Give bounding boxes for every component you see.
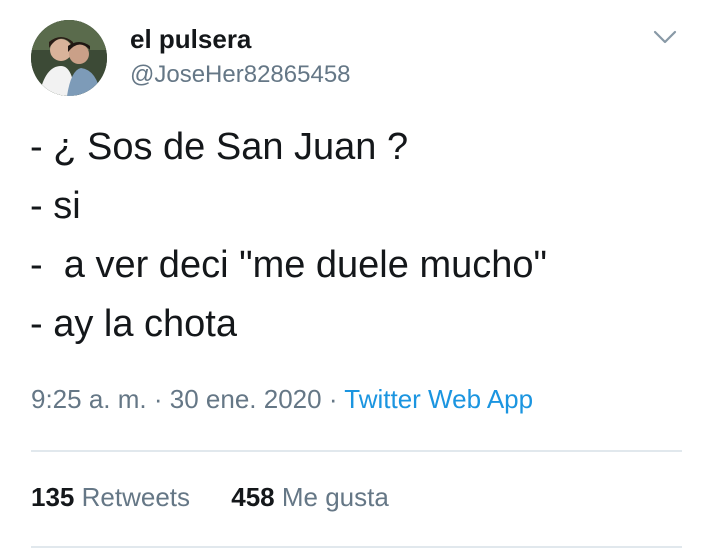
divider: [31, 546, 682, 548]
tweet-stats: 135 Retweets 458 Me gusta: [31, 481, 423, 513]
separator: ·: [328, 384, 338, 414]
separator: ·: [153, 384, 163, 414]
retweets-stat[interactable]: 135 Retweets: [31, 481, 190, 513]
tweet-date[interactable]: 30 ene. 2020: [170, 384, 322, 414]
avatar-photo: [31, 20, 107, 96]
tweet-metadata: 9:25 a. m. · 30 ene. 2020 · Twitter Web …: [31, 383, 533, 415]
tweet-line: - a ver deci "me duele mucho": [30, 244, 547, 286]
tweet-card: el pulsera @JoseHer82865458 - ¿ Sos de S…: [0, 0, 712, 553]
tweet-text: - ¿ Sos de San Juan ? - si - a ver deci …: [30, 118, 547, 354]
tweet-line: - ay la chota: [30, 303, 237, 345]
user-handle[interactable]: @JoseHer82865458: [130, 60, 351, 90]
tweet-line: - ¿ Sos de San Juan ?: [30, 126, 409, 168]
tweet-source-link[interactable]: Twitter Web App: [344, 384, 533, 414]
avatar[interactable]: [31, 20, 107, 96]
user-name[interactable]: el pulsera: [130, 24, 251, 54]
likes-stat[interactable]: 458 Me gusta: [231, 481, 389, 513]
chevron-down-icon[interactable]: [652, 28, 678, 46]
retweets-label: Retweets: [81, 482, 191, 512]
tweet-time[interactable]: 9:25 a. m.: [31, 384, 147, 414]
likes-label: Me gusta: [281, 482, 389, 512]
likes-count: 458: [231, 482, 275, 512]
retweets-count: 135: [31, 482, 75, 512]
tweet-line: - si: [30, 185, 81, 227]
divider: [31, 450, 682, 452]
